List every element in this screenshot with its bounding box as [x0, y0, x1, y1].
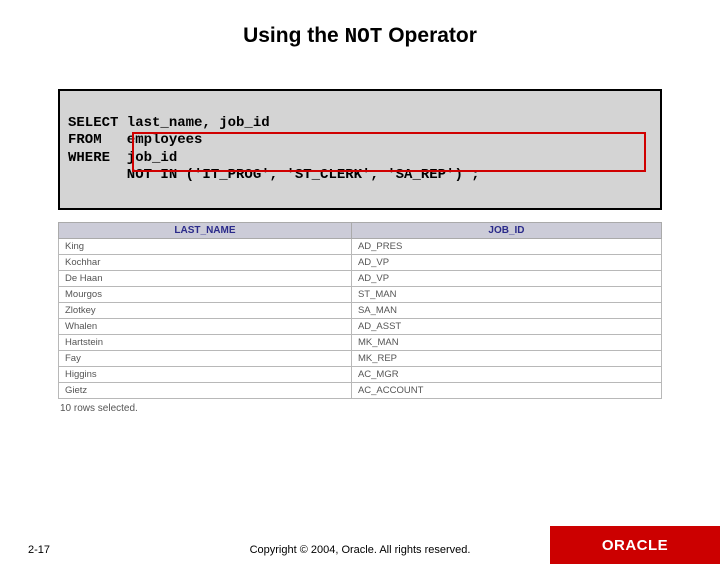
- table-row: De HaanAD_VP: [59, 271, 662, 287]
- col-header-jobid: JOB_ID: [351, 223, 661, 239]
- table-row: GietzAC_ACCOUNT: [59, 383, 662, 399]
- table-row: MourgosST_MAN: [59, 287, 662, 303]
- slide-title: Using the NOT Operator: [0, 24, 720, 49]
- result-area: LAST_NAME JOB_ID KingAD_PRES KochharAD_V…: [58, 222, 662, 414]
- rows-selected-note: 10 rows selected.: [58, 403, 662, 414]
- table-row: HigginsAC_MGR: [59, 367, 662, 383]
- sql-line-3: WHERE job_id: [68, 150, 177, 166]
- sql-line-1: SELECT last_name, job_id: [68, 115, 270, 131]
- brand-bar: ORACLE: [550, 526, 720, 564]
- sql-line-4: NOT IN ('IT_PROG', 'ST_CLERK', 'SA_REP')…: [68, 167, 480, 183]
- table-row: FayMK_REP: [59, 351, 662, 367]
- footer: 2-17 Copyright © 2004, Oracle. All right…: [0, 526, 720, 564]
- table-row: KochharAD_VP: [59, 255, 662, 271]
- table-row: HartsteinMK_MAN: [59, 335, 662, 351]
- sql-line-2: FROM employees: [68, 132, 202, 148]
- highlight-box: [132, 132, 646, 172]
- table-row: ZlotkeySA_MAN: [59, 303, 662, 319]
- result-table: LAST_NAME JOB_ID KingAD_PRES KochharAD_V…: [58, 222, 662, 399]
- table-row: KingAD_PRES: [59, 239, 662, 255]
- col-header-lastname: LAST_NAME: [59, 223, 352, 239]
- sql-code-box: SELECT last_name, job_id FROM employees …: [58, 89, 662, 210]
- title-pre: Using the: [243, 24, 345, 47]
- title-op: NOT: [345, 26, 383, 49]
- title-post: Operator: [382, 24, 477, 47]
- table-row: WhalenAD_ASST: [59, 319, 662, 335]
- brand-text: ORACLE: [602, 537, 668, 554]
